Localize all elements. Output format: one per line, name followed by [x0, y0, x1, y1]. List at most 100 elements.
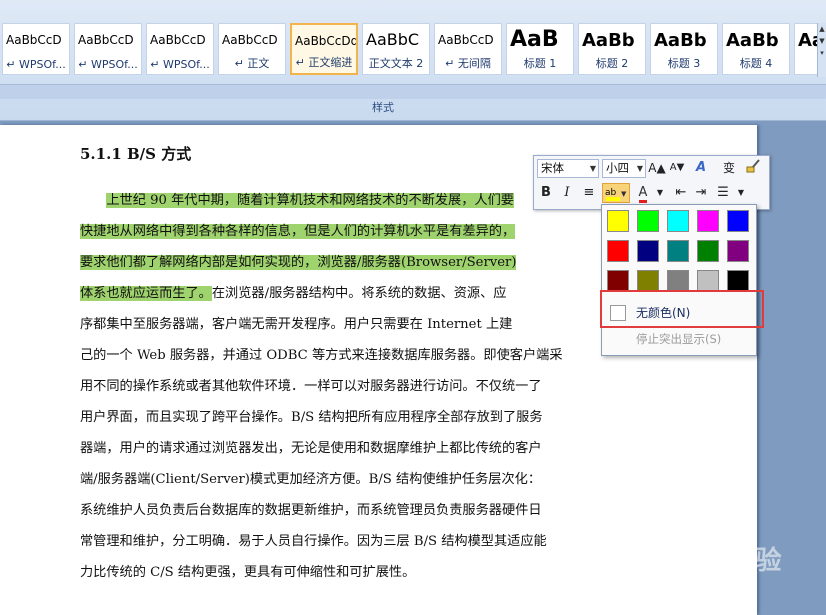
color-swatch[interactable]: [607, 210, 629, 232]
svg-text:▼: ▼: [621, 190, 627, 198]
style-name: 正文文本 2: [368, 57, 424, 70]
ribbon: AaBbCcD ↵ WPSOf... AaBbCcD ↵ WPSOf... AaBbCc…: [0, 0, 826, 121]
color-swatch[interactable]: [667, 210, 689, 232]
style-preview: AaBbCcD: [78, 33, 134, 47]
color-swatch[interactable]: [667, 270, 689, 292]
font-name-value: 宋体: [541, 161, 564, 175]
style-name: ↵ WPSOf...: [6, 58, 66, 71]
color-swatch[interactable]: [697, 240, 719, 262]
text-effect-icon[interactable]: A: [692, 158, 710, 178]
style-preview: AaBbCcD: [438, 33, 494, 47]
text-line[interactable]: 力比传统的 C/S 结构更强，更具有可伸缩性和可扩展性。: [80, 561, 415, 585]
gallery-scroll-bar[interactable]: ▲ ▼ ▾: [817, 23, 826, 77]
color-swatch[interactable]: [727, 270, 749, 292]
highlighted-text: 快捷地从网络中得到各种各样的信息，但是人们的计算机水平是有差异的，: [80, 224, 516, 239]
style-tile[interactable]: AaBbCcD ↵ WPSOf...: [2, 23, 70, 75]
text-line[interactable]: 系统维护人员负责后台数据库的数据更新维护，而系统管理员负责服务器硬件日: [80, 499, 542, 523]
text-line[interactable]: 端/服务器端(Client/Server)模式更加经济方便。B/S 结构使维护任…: [80, 468, 541, 492]
scroll-down-icon[interactable]: ▼: [818, 35, 826, 47]
style-name: 标题 4: [739, 57, 773, 70]
font-size-value: 小四: [606, 161, 629, 175]
chevron-down-icon[interactable]: ▼: [732, 183, 750, 203]
annotation-highlight-box: [600, 290, 764, 328]
color-swatch[interactable]: [637, 210, 659, 232]
color-swatch[interactable]: [727, 210, 749, 232]
highlighter-icon: ab ▼: [605, 188, 627, 201]
style-preview: AaBb: [582, 30, 635, 51]
style-name: ↵ WPSOf...: [150, 58, 210, 71]
format-painter-icon[interactable]: [744, 158, 762, 178]
text-line[interactable]: 常管理和维护，分工明确．易于人员自行操作。因为三层 B/S 结构模型其适应能: [80, 530, 547, 554]
color-swatch[interactable]: [697, 270, 719, 292]
style-preview: AaBb: [726, 30, 779, 51]
baidu-watermark: Baidu 经验 jingyan.baidu.com: [630, 540, 820, 610]
watermark-url: jingyan.baidu.com: [638, 580, 740, 593]
style-name: ↵ 无间隔: [445, 57, 491, 70]
bullets-icon[interactable]: ☰: [714, 183, 732, 203]
style-name: ↵ 正文: [234, 57, 270, 70]
text-run: 序都集中至服务器端，客户端无需开发程序。用户只需要在 Internet 上建: [80, 317, 513, 332]
text-line[interactable]: 序都集中至服务器端，客户端无需开发程序。用户只需要在 Internet 上建: [80, 313, 512, 337]
chevron-down-icon[interactable]: ▼: [590, 160, 596, 177]
highlighted-text: 上世纪 90 年代中期，随着计算机技术和网络技术的不断发展，人们要: [106, 193, 514, 208]
highlight-color-palette: 无颜色(N) 停止突出显示(S): [601, 204, 757, 356]
style-name: 标题 3: [667, 57, 701, 70]
style-name: ↵ 正文缩进: [295, 56, 353, 69]
expand-gallery-icon[interactable]: ▾: [818, 47, 826, 59]
decrease-indent-icon[interactable]: ⇤: [672, 183, 690, 203]
style-tile[interactable]: AaBbCcD ↵ WPSOf...: [146, 23, 214, 75]
highlight-button[interactable]: ab ▼: [602, 183, 630, 203]
text-line[interactable]: 快捷地从网络中得到各种各样的信息，但是人们的计算机水平是有差异的，: [80, 220, 516, 244]
text-run: 在浏览器/服务器结构中。将系统的数据、资源、应: [211, 286, 507, 301]
increase-indent-icon[interactable]: ⇥: [692, 183, 710, 203]
center-align-button[interactable]: ≡: [580, 183, 598, 203]
chevron-down-icon[interactable]: ▼: [637, 160, 643, 177]
text-run: 常管理和维护，分工明确．易于人员自行操作。因为三层 B/S 结构模型其适应能: [80, 534, 547, 549]
ribbon-divider: [0, 84, 826, 99]
style-tile[interactable]: AaBbC 正文文本 2: [362, 23, 430, 75]
color-swatch[interactable]: [697, 210, 719, 232]
style-tile[interactable]: AaBbCcD ↵ 无间隔: [434, 23, 502, 75]
font-name-combo[interactable]: 宋体 ▼: [537, 159, 599, 178]
text-run: 己的一个 Web 服务器，并通过 ODBC 等方式来连接数据库服务器。即使客户端…: [80, 348, 563, 363]
style-tile[interactable]: AaB 标题 1: [506, 23, 574, 75]
color-swatch[interactable]: [607, 240, 629, 262]
style-preview: AaBbCcD: [6, 33, 62, 47]
text-line[interactable]: 己的一个 Web 服务器，并通过 ODBC 等方式来连接数据库服务器。即使客户端…: [80, 344, 563, 368]
text-line[interactable]: 器端，用户的请求通过浏览器发出，无论是使用和数据摩维护上都比传统的客户: [80, 437, 542, 461]
style-tile[interactable]: AaBbCcD ↵ 正文: [218, 23, 286, 75]
shrink-font-icon[interactable]: A▼: [668, 158, 686, 178]
text-line[interactable]: 要求他们都了解网络内部是如何实现的，浏览器/服务器(Browser/Server…: [80, 251, 517, 275]
style-tile[interactable]: AaBbCcDd ↵ 正文缩进: [290, 23, 358, 75]
style-tile[interactable]: AaBb 标题 4: [722, 23, 790, 75]
chevron-down-icon[interactable]: ▼: [651, 183, 669, 203]
text-line[interactable]: 体系也就应运而生了。在浏览器/服务器结构中。将系统的数据、资源、应: [80, 282, 506, 306]
highlighted-text: 体系也就应运而生了。: [80, 286, 212, 301]
color-swatch[interactable]: [607, 270, 629, 292]
style-tile[interactable]: AaBb 标题 2: [578, 23, 646, 75]
italic-button[interactable]: I: [558, 183, 576, 203]
style-tile[interactable]: AaBb 标题 3: [650, 23, 718, 75]
style-tile[interactable]: AaBbCcD ↵ WPSOf...: [74, 23, 142, 75]
text-run: 用不同的操作系统或者其他软件环境．一样可以对服务器进行访问。不仅统一了: [80, 379, 542, 394]
style-name: 标题 2: [595, 57, 629, 70]
color-swatch[interactable]: [667, 240, 689, 262]
text-line[interactable]: 用户界面，而且实现了跨平台操作。B/S 结构把所有应用程序全部存放到了服务: [80, 406, 543, 430]
stop-highlight-option[interactable]: 停止突出显示(S): [636, 331, 721, 347]
color-swatch[interactable]: [637, 270, 659, 292]
text-run: [80, 193, 106, 208]
color-swatch[interactable]: [727, 240, 749, 262]
svg-text:ab: ab: [605, 188, 617, 198]
styles-group-label: 样式: [372, 101, 394, 114]
style-name: ↵ WPSOf...: [78, 58, 138, 71]
scroll-up-icon[interactable]: ▲: [818, 23, 826, 35]
font-size-combo[interactable]: 小四 ▼: [602, 159, 646, 178]
font-color-button[interactable]: A: [634, 183, 652, 203]
text-line[interactable]: 上世纪 90 年代中期，随着计算机技术和网络技术的不断发展，人们要: [80, 189, 514, 213]
color-swatch[interactable]: [637, 240, 659, 262]
pinyin-guide-icon[interactable]: 变: [720, 158, 738, 178]
bold-button[interactable]: B: [537, 183, 555, 203]
text-run: 用户界面，而且实现了跨平台操作。B/S 结构把所有应用程序全部存放到了服务: [80, 410, 543, 425]
text-line[interactable]: 用不同的操作系统或者其他软件环境．一样可以对服务器进行访问。不仅统一了: [80, 375, 542, 399]
grow-font-icon[interactable]: A▲: [648, 158, 666, 178]
